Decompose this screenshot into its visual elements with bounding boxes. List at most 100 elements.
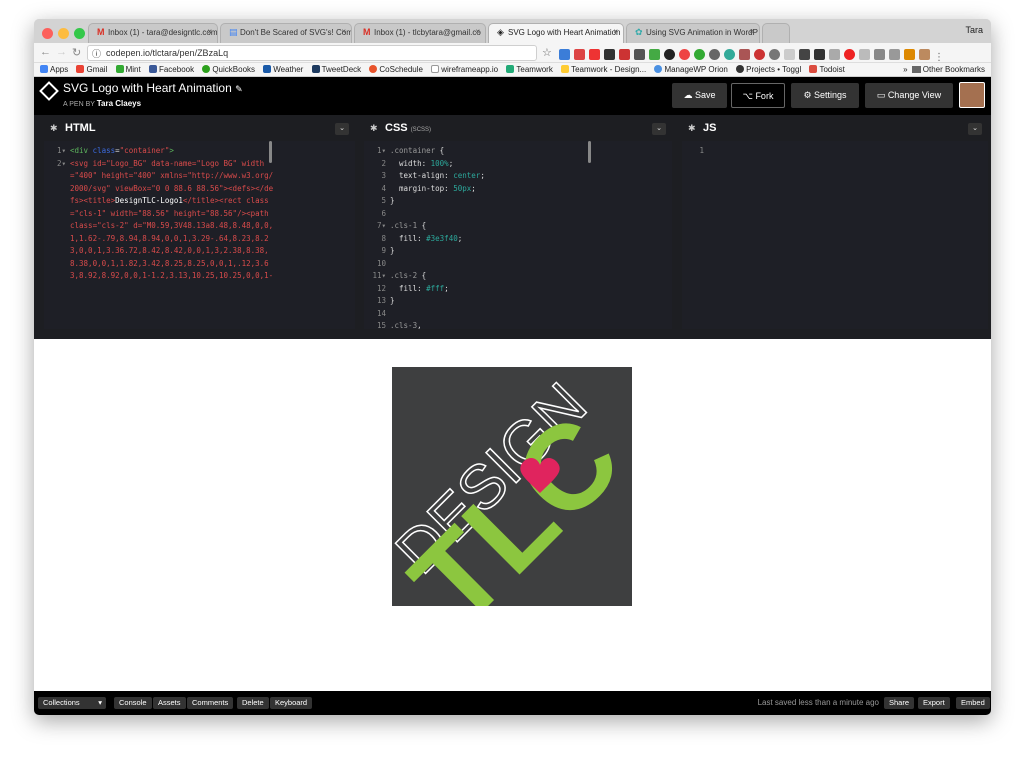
window-controls [42, 26, 90, 44]
codepen-logo-icon[interactable] [39, 81, 59, 101]
css-source: .container { width: 100%; text-align: ce… [390, 145, 596, 329]
extension-icon[interactable] [709, 49, 720, 60]
browser-tab-active[interactable]: ◈ SVG Logo with Heart Animation × [488, 23, 624, 43]
extension-icon[interactable] [589, 49, 600, 60]
extension-icon[interactable] [799, 49, 810, 60]
chevron-down-icon[interactable]: ⌄ [652, 123, 666, 135]
close-tab-icon[interactable]: × [613, 27, 618, 36]
extension-icon[interactable] [829, 49, 840, 60]
js-code[interactable]: 1 [682, 141, 988, 329]
browser-tab[interactable]: ▤ Don't Be Scared of SVG's! Com × [220, 23, 352, 43]
assets-button[interactable]: Assets [153, 697, 186, 709]
bookmark-item[interactable]: ManageWP Orion [654, 63, 728, 76]
bookmark-item[interactable]: Teamwork [506, 63, 553, 76]
extension-icon[interactable] [604, 49, 615, 60]
other-bookmarks[interactable]: » Other Bookmarks [903, 63, 985, 76]
comments-button[interactable]: Comments [187, 697, 234, 709]
extension-icon[interactable] [844, 49, 855, 60]
html-code[interactable]: 1▾ 2▾ <div class="container"> <svg id="L… [44, 141, 355, 329]
extension-icon[interactable] [724, 49, 735, 60]
share-button[interactable]: Share [884, 697, 915, 709]
avatar[interactable] [959, 82, 985, 108]
extension-icon[interactable] [649, 49, 660, 60]
bookmark-item[interactable]: Weather [263, 63, 303, 76]
extension-icon[interactable] [874, 49, 885, 60]
gear-icon[interactable]: ✱ [50, 123, 58, 134]
extension-icon[interactable] [814, 49, 825, 60]
bookmark-item[interactable]: Teamwork - Design... [561, 63, 646, 76]
bookmark-item[interactable]: Mint [115, 63, 141, 76]
pen-author: A PEN BY Tara Claeys [63, 99, 142, 108]
chevron-down-icon[interactable]: ⌄ [335, 123, 349, 135]
bookmark-item[interactable]: TweetDeck [311, 63, 361, 76]
address-bar[interactable]: ⓘ codepen.io/tlctara/pen/ZBzaLq [87, 45, 537, 61]
embed-button[interactable]: Embed [956, 697, 990, 709]
extension-icon[interactable] [559, 49, 570, 60]
forward-icon[interactable]: → [56, 46, 67, 58]
browser-tab[interactable]: ✿ Using SVG Animation in WordP × [626, 23, 760, 43]
info-icon: ⓘ [92, 49, 102, 59]
preview-pane[interactable]: DESIGN TLC [34, 339, 991, 691]
scrollbar[interactable] [269, 141, 272, 163]
extension-icon[interactable] [739, 49, 750, 60]
bookmark-item[interactable]: Gmail [76, 63, 107, 76]
extension-icon[interactable] [904, 49, 915, 60]
menu-dots-icon[interactable]: ⋮ [934, 52, 944, 63]
gear-icon[interactable]: ✱ [688, 123, 696, 134]
gear-icon[interactable]: ✱ [370, 123, 378, 134]
close-tab-icon[interactable]: × [207, 27, 212, 36]
scrollbar[interactable] [588, 141, 591, 163]
extension-icon[interactable] [919, 49, 930, 60]
extension-icon[interactable] [574, 49, 585, 60]
extension-icon[interactable] [889, 49, 900, 60]
bookmark-star-icon[interactable]: ☆ [542, 46, 552, 59]
css-code[interactable]: 1▾ 2 3 4 5 6 7▾ 8 9 10 11▾ 12 13 14 15 .… [364, 141, 672, 329]
edit-pencil-icon[interactable]: ✎ [235, 84, 243, 94]
code-line: } [390, 296, 395, 305]
extension-icon[interactable] [859, 49, 870, 60]
extension-icon[interactable] [664, 49, 675, 60]
bookmark-item[interactable]: Projects • Toggl [736, 63, 801, 76]
bookmark-item[interactable]: CoSchedule [369, 63, 423, 76]
settings-button[interactable]: ⚙ Settings [791, 83, 859, 108]
bookmark-item[interactable]: Apps [40, 63, 68, 76]
minimize-window-button[interactable] [58, 28, 69, 39]
reload-icon[interactable]: ↻ [72, 46, 81, 59]
close-window-button[interactable] [42, 28, 53, 39]
collections-dropdown[interactable]: Collections ▾ [38, 697, 106, 709]
chevron-down-icon[interactable]: ⌄ [968, 123, 982, 135]
export-button[interactable]: Export [918, 697, 950, 709]
browser-tab[interactable]: M Inbox (1) - tara@designtlc.com × [88, 23, 218, 43]
keyboard-button[interactable]: Keyboard [270, 697, 313, 709]
delete-button[interactable]: Delete [237, 697, 269, 709]
extension-icon[interactable] [619, 49, 630, 60]
change-view-button[interactable]: ▭ Change View [865, 83, 953, 108]
bookmark-item[interactable]: QuickBooks [202, 63, 255, 76]
extension-icon[interactable] [634, 49, 645, 60]
back-icon[interactable]: ← [40, 46, 51, 58]
bookmark-item[interactable]: wireframeapp.io [431, 63, 498, 76]
close-tab-icon[interactable]: × [341, 27, 346, 36]
extension-icon[interactable] [679, 49, 690, 60]
new-tab-button[interactable] [762, 23, 790, 43]
bookmark-item[interactable]: Facebook [148, 63, 194, 76]
line-numbers: 1 [699, 146, 704, 155]
bookmark-item[interactable]: Todoist [809, 63, 845, 76]
close-tab-icon[interactable]: × [475, 27, 480, 36]
browser-tab[interactable]: M Inbox (1) - tlcbytara@gmail.co × [354, 23, 486, 43]
extension-icon[interactable] [694, 49, 705, 60]
toolbar: ← → ↻ ⓘ codepen.io/tlctara/pen/ZBzaLq ☆ ⋮ [34, 43, 991, 63]
pen-title[interactable]: SVG Logo with Heart Animation ✎ [63, 81, 243, 95]
author-link[interactable]: Tara Claeys [97, 99, 141, 108]
extension-icon[interactable] [769, 49, 780, 60]
console-button[interactable]: Console [114, 697, 152, 709]
profile-name[interactable]: Tara [965, 25, 983, 35]
maximize-window-button[interactable] [74, 28, 85, 39]
wordpress-icon: ✿ [635, 27, 643, 37]
save-button[interactable]: ☁ Save [672, 83, 727, 108]
line-numbers: 1▾ 2▾ [56, 146, 66, 168]
extension-icon[interactable] [754, 49, 765, 60]
close-tab-icon[interactable]: × [749, 27, 754, 36]
fork-button[interactable]: ⌥ Fork [731, 83, 785, 108]
extension-icon[interactable] [784, 49, 795, 60]
